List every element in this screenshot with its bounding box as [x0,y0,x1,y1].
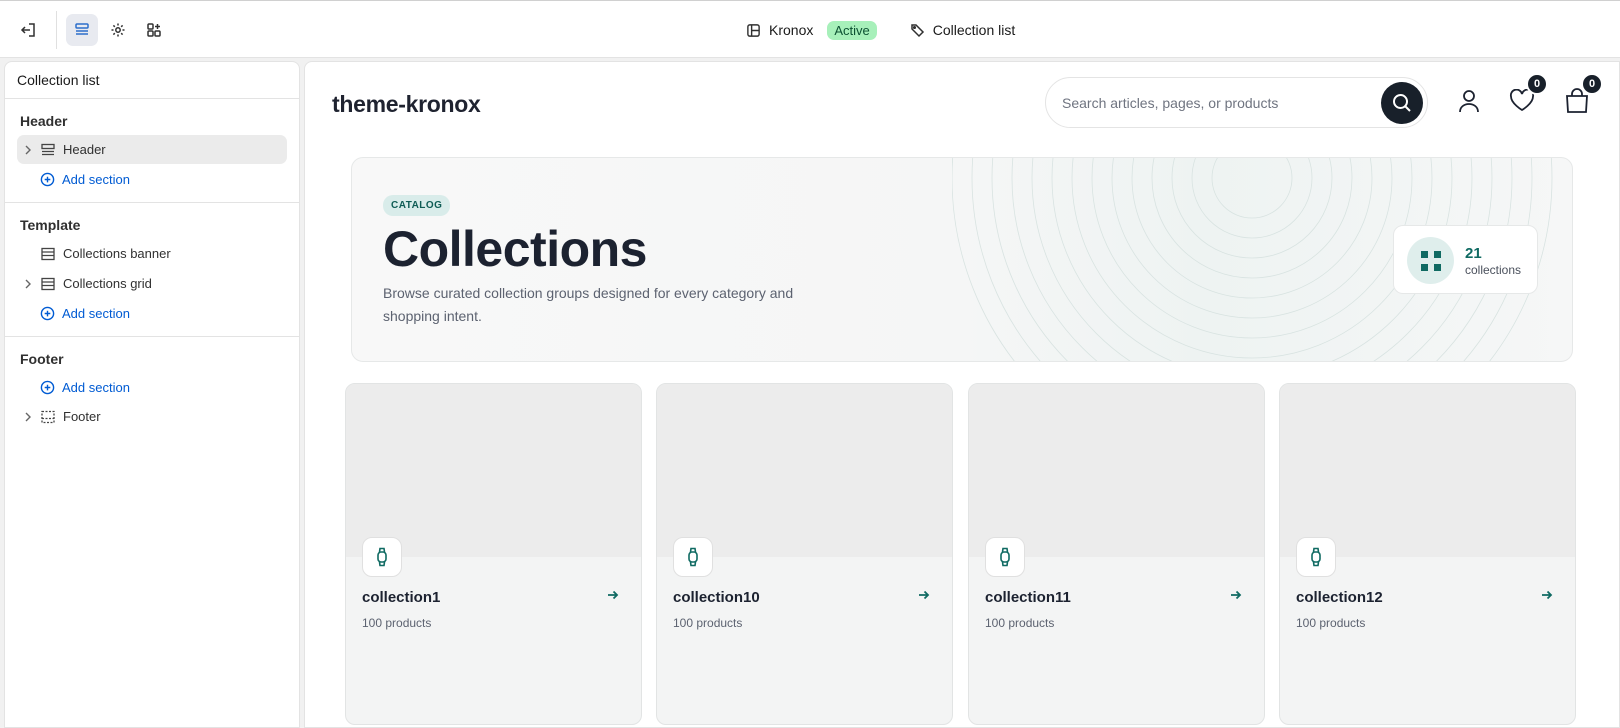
collection-name: collection1 [362,589,441,606]
apps-icon [147,23,161,37]
topbar-divider [56,11,57,49]
group-title: Template [20,217,81,233]
collection-count: 100 products [362,616,432,630]
collection-count: 100 products [1296,616,1366,630]
section-item-header[interactable]: Header [17,135,287,164]
theme-settings-button[interactable] [102,14,134,46]
sidebar-title: Collection list [5,62,299,99]
arrow-right-icon[interactable] [1230,589,1242,601]
chevron-right-icon[interactable] [21,412,35,422]
section-label: Collections banner [63,246,171,261]
add-section-button[interactable]: Add section [17,165,287,194]
watch-icon [362,537,402,577]
sections-icon [75,23,89,35]
plus-circle-icon [40,306,55,321]
plus-circle-icon [40,380,55,395]
collection-count: 100 products [673,616,743,630]
plus-circle-icon [40,172,55,187]
collection-count: 100 products [985,616,1055,630]
active-badge: Active [827,20,877,40]
apps-button[interactable] [138,14,170,46]
template-group: Template Collections banner Collections … [5,203,299,337]
collection-card[interactable]: collection1 100 products [345,383,642,725]
chevron-right-icon[interactable] [21,145,35,155]
search-placeholder: Search articles, pages, or products [1062,95,1279,111]
add-section-label: Add section [62,306,130,321]
grid-icon [1407,237,1454,284]
store-selector[interactable]: Kronox Active [746,20,877,40]
section-label: Header [63,142,106,157]
footer-section-icon [41,410,57,424]
collection-image [969,384,1264,557]
sections-button[interactable] [66,14,98,46]
storefront-preview: theme-kronox Search articles, pages, or … [304,61,1620,728]
collection-name: collection10 [673,589,760,606]
footer-group: Footer Add section Footer [5,337,299,440]
store-name: Kronox [769,22,814,38]
collection-card[interactable]: collection12 100 products [1279,383,1576,725]
collection-card[interactable]: collection10 100 products [656,383,953,725]
banner-title: Collections [383,221,647,277]
header-section-icon [41,143,57,157]
wishlist-count: 0 [1526,73,1548,95]
watch-icon [1296,537,1336,577]
search-icon [1393,94,1411,112]
editor-topbar: Kronox Active Collection list [0,0,1620,58]
account-icon[interactable] [1457,88,1481,114]
collections-count-card: 21 collections [1393,225,1538,294]
collection-name: collection12 [1296,589,1383,606]
watch-icon [673,537,713,577]
collections-count: 21 [1465,245,1482,262]
chevron-right-icon[interactable] [21,279,35,289]
arrow-right-icon[interactable] [1541,589,1553,601]
collection-icon [911,24,924,38]
store-logo[interactable]: theme-kronox [332,91,481,118]
cart-count: 0 [1581,73,1603,95]
search-button[interactable] [1381,82,1423,124]
gear-icon [111,23,125,37]
page-selector[interactable]: Collection list [909,22,1015,38]
page-name: Collection list [932,22,1016,38]
arrow-right-icon[interactable] [607,589,619,601]
add-section-label: Add section [62,172,130,187]
group-title: Footer [20,351,64,367]
section-item-collections-grid[interactable]: Collections grid [17,269,287,298]
section-label: Collections grid [63,276,152,291]
collection-image [657,384,952,557]
add-section-button[interactable]: Add section [17,299,287,328]
collections-count-label: collections [1465,263,1522,277]
add-section-label: Add section [62,380,130,395]
collection-image [346,384,641,557]
section-item-footer[interactable]: Footer [17,402,287,431]
collections-banner: CATALOG Collections Browse curated colle… [351,157,1573,362]
add-section-button[interactable]: Add section [17,373,287,402]
search-bar[interactable]: Search articles, pages, or products [1045,77,1428,128]
theme-icon [747,23,760,37]
watch-icon [985,537,1025,577]
section-icon [41,247,57,261]
topbar-context: Kronox Active Collection list [746,16,1015,44]
header-group: Header Header Add section [5,99,299,203]
collection-name: collection11 [985,589,1071,606]
group-title: Header [20,113,68,129]
exit-icon [20,23,35,37]
collection-image [1280,384,1575,557]
section-item-collections-banner[interactable]: Collections banner [17,239,287,268]
section-icon [41,277,57,291]
arrow-right-icon[interactable] [918,589,930,601]
collection-card[interactable]: collection11 100 products [968,383,1265,725]
catalog-chip: CATALOG [383,195,451,216]
sections-sidebar: Collection list Header Header Add sectio… [4,61,300,728]
exit-button[interactable] [12,14,44,46]
banner-description: Browse curated collection groups designe… [383,285,794,324]
section-label: Footer [63,409,101,424]
